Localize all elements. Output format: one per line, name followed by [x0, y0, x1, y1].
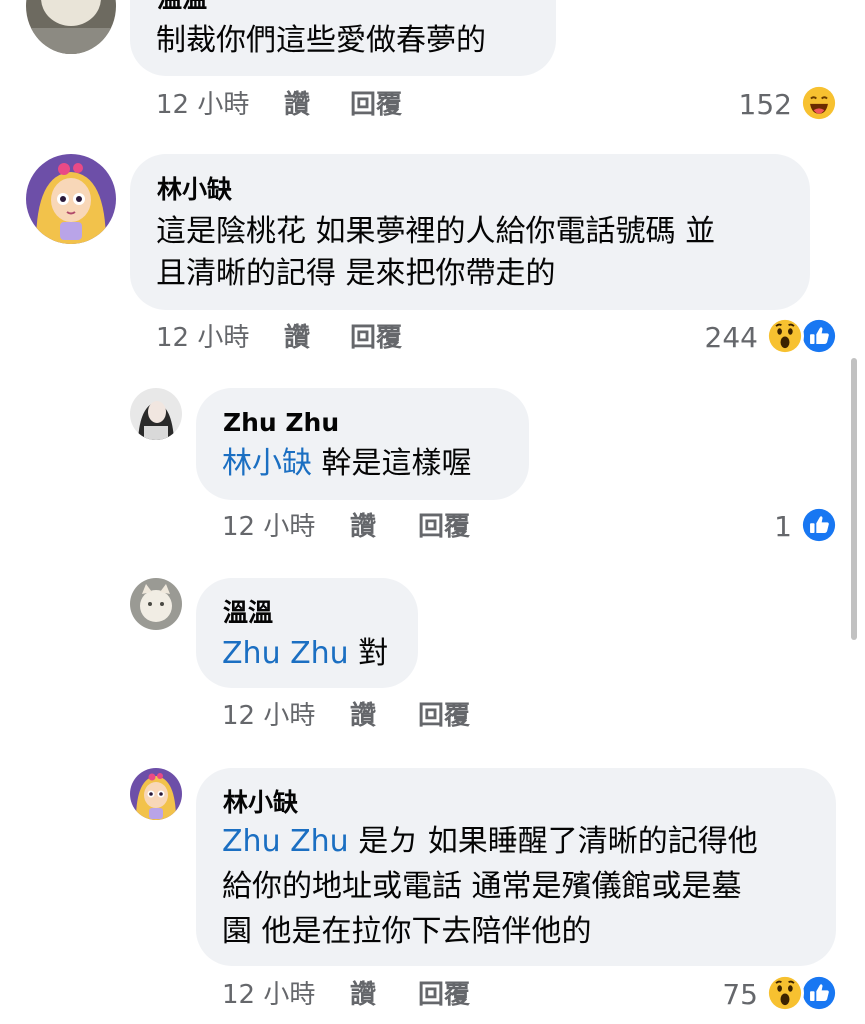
comment-text: 制裁你們這些愛做春夢的: [156, 23, 486, 58]
mention-link[interactable]: Zhu Zhu: [222, 824, 349, 859]
comment-text: 且清晰的記得 是來把你帶走的: [156, 256, 556, 291]
comment-text: 給你的地址或電話 通常是殯儀館或是墓: [222, 869, 742, 904]
scrollbar-thumb[interactable]: [851, 358, 857, 640]
reply-button[interactable]: 回覆: [418, 701, 470, 731]
reaction-count[interactable]: 1: [760, 512, 792, 542]
mention-link[interactable]: Zhu Zhu: [222, 636, 349, 671]
comment-text: Zhu Zhu 是ㄉ 如果睡醒了清晰的記得他: [222, 824, 758, 859]
like-button[interactable]: 讚: [350, 701, 376, 731]
comment-text: 園 他是在拉你下去陪伴他的: [222, 914, 592, 949]
comment-author[interactable]: 溫溫: [223, 598, 273, 628]
comment-time[interactable]: 12 小時: [222, 512, 315, 542]
reaction-count[interactable]: 152: [730, 90, 792, 120]
avatar[interactable]: [130, 768, 182, 820]
like-icon[interactable]: [800, 506, 838, 544]
like-button[interactable]: 讚: [350, 512, 376, 542]
reply-button[interactable]: 回覆: [350, 323, 402, 353]
comment-text: 林小缺 幹是這樣喔: [222, 446, 472, 481]
comment-author[interactable]: 溫溫: [157, 0, 207, 14]
reply-button[interactable]: 回覆: [350, 90, 402, 120]
like-button[interactable]: 讚: [284, 323, 310, 353]
comment-time[interactable]: 12 小時: [222, 980, 315, 1010]
reply-button[interactable]: 回覆: [418, 980, 470, 1010]
like-icon[interactable]: [800, 974, 838, 1012]
like-button[interactable]: 讚: [350, 980, 376, 1010]
avatar[interactable]: [26, 0, 116, 54]
comment-time[interactable]: 12 小時: [222, 701, 315, 731]
wow-icon[interactable]: [766, 974, 804, 1012]
comment-text: Zhu Zhu 對: [222, 636, 389, 671]
reply-button[interactable]: 回覆: [418, 512, 470, 542]
comment-time[interactable]: 12 小時: [156, 90, 249, 120]
comment-author[interactable]: 林小缺: [157, 175, 232, 205]
like-button[interactable]: 讚: [284, 90, 310, 120]
haha-icon[interactable]: [800, 84, 838, 122]
avatar[interactable]: [26, 154, 116, 244]
avatar[interactable]: [130, 388, 182, 440]
comment-text: 這是陰桃花 如果夢裡的人給你電話號碼 並: [156, 214, 716, 249]
like-icon[interactable]: [800, 317, 838, 355]
comment-author[interactable]: 林小缺: [223, 788, 298, 818]
wow-icon[interactable]: [766, 317, 804, 355]
comment-author[interactable]: Zhu Zhu: [223, 408, 339, 438]
mention-link[interactable]: 林小缺: [222, 446, 312, 481]
reaction-count[interactable]: 244: [690, 323, 758, 353]
reaction-count[interactable]: 75: [700, 980, 758, 1010]
comment-time[interactable]: 12 小時: [156, 323, 249, 353]
avatar[interactable]: [130, 578, 182, 630]
